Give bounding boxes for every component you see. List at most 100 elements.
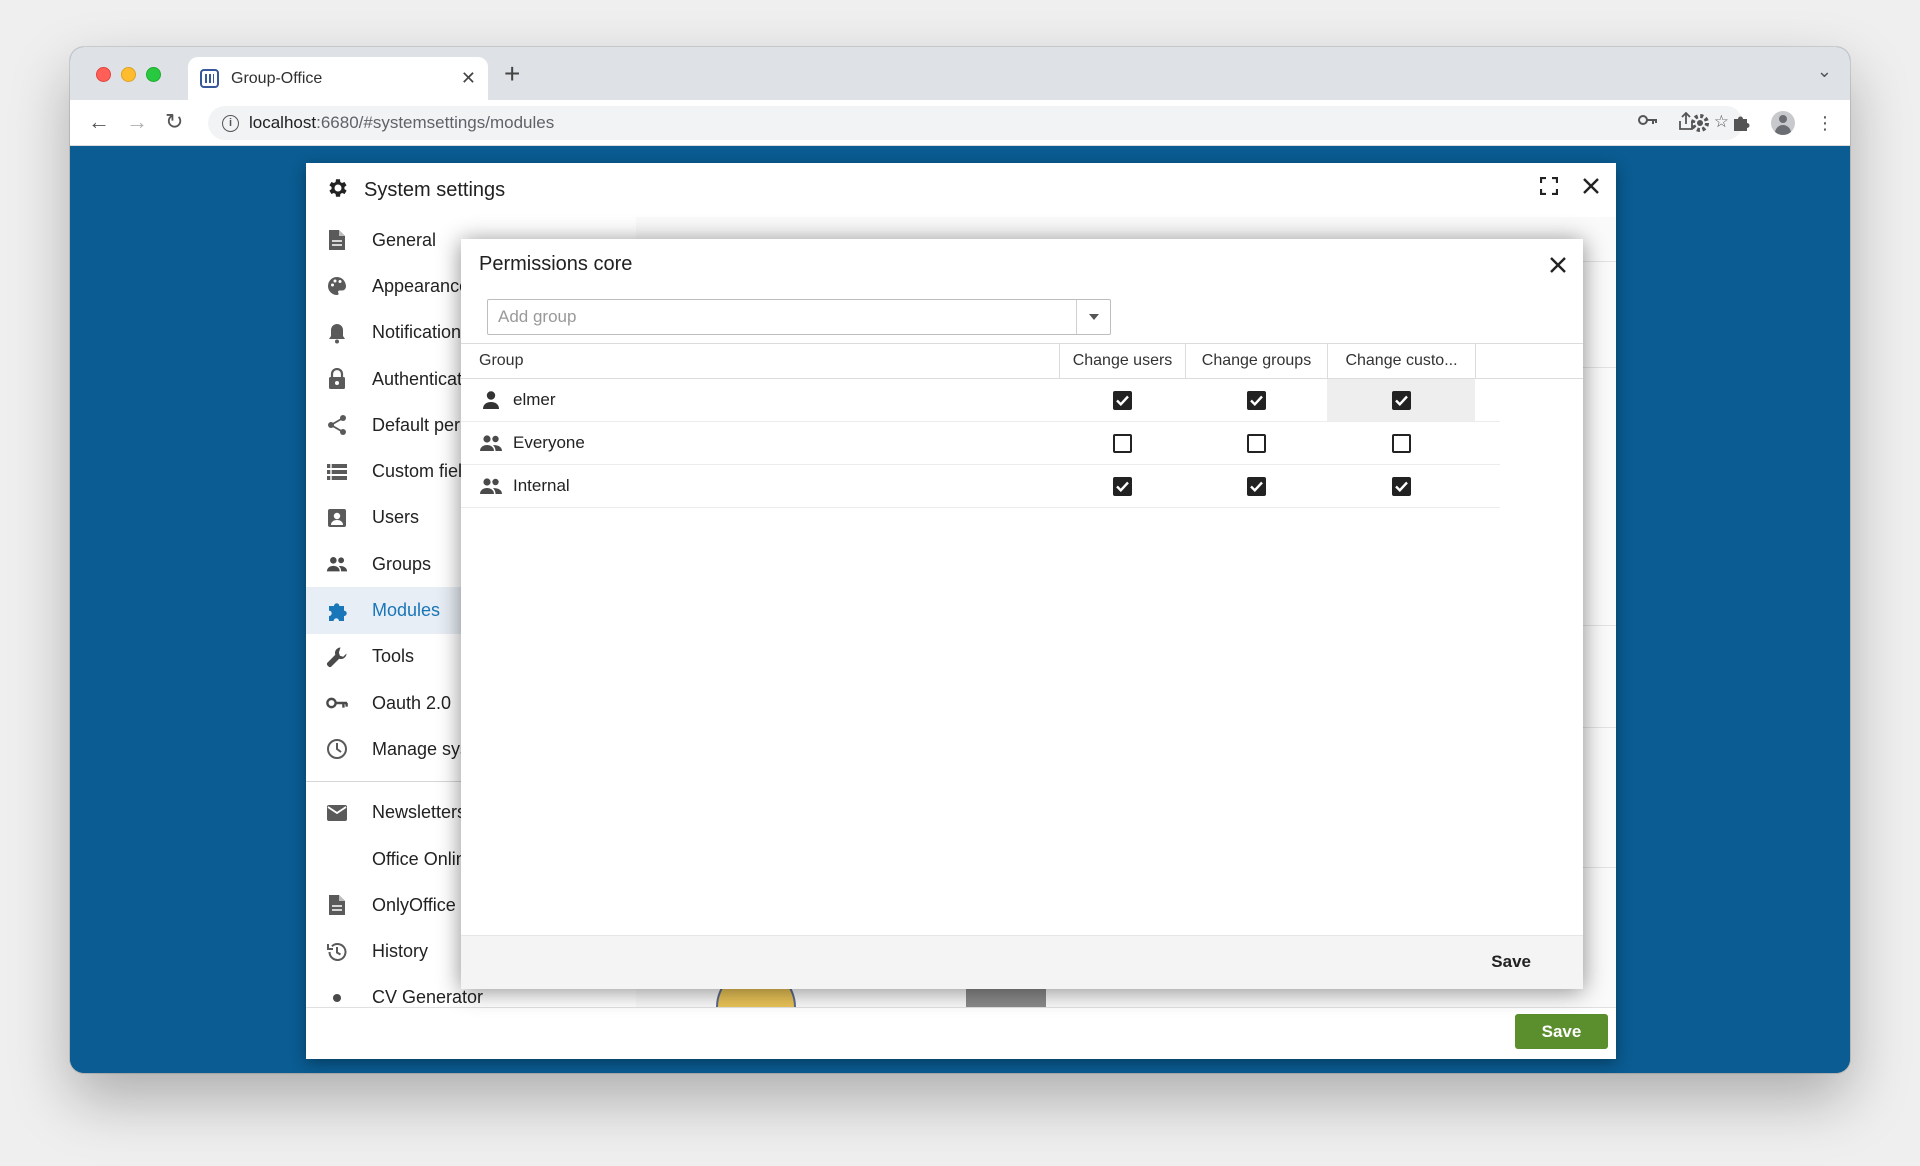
sidebar-item-label: Notifications — [372, 322, 471, 343]
document-icon — [326, 894, 348, 916]
settings-title: System settings — [364, 178, 506, 201]
group-icon — [479, 432, 503, 454]
bell-icon — [326, 322, 348, 344]
address-bar[interactable]: i localhost:6680/#systemsettings/modules… — [208, 106, 1743, 140]
zoom-window-button[interactable] — [146, 67, 161, 82]
url-host: localhost — [249, 113, 317, 132]
dot-icon — [326, 987, 348, 1007]
group-cell: elmer — [461, 379, 1059, 421]
sidebar-item-label: Tools — [372, 646, 415, 667]
tab-close-icon[interactable]: ✕ — [461, 68, 476, 89]
permissions-grid: Group Change users Change groups Change … — [461, 343, 1583, 508]
favicon-icon — [200, 69, 219, 88]
profile-avatar-icon[interactable] — [1771, 111, 1795, 135]
sidebar-item-label: Oauth 2.0 — [372, 692, 452, 713]
palette-icon — [326, 275, 348, 297]
table-row[interactable]: Everyone — [461, 422, 1500, 465]
settings-footer: Save — [306, 1007, 1616, 1059]
change-groups-cell — [1185, 465, 1327, 507]
puzzle-icon — [326, 600, 348, 622]
dialog-title: Permissions core — [479, 253, 633, 275]
blank-icon — [326, 848, 348, 870]
extension-gear-icon[interactable] — [1689, 112, 1711, 134]
browser-menu-icon[interactable]: ⋮ — [1814, 112, 1836, 134]
table-row[interactable]: Internal — [461, 465, 1500, 508]
user-icon — [479, 389, 503, 411]
forward-icon[interactable]: → — [126, 108, 148, 136]
extensions-puzzle-icon[interactable] — [1730, 112, 1752, 134]
change-users-checkbox[interactable] — [1112, 433, 1132, 453]
add-group-input[interactable] — [488, 300, 1076, 334]
change-groups-checkbox[interactable] — [1246, 433, 1266, 453]
change-users-cell — [1059, 422, 1185, 464]
change-groups-cell — [1185, 422, 1327, 464]
change-custom-checkbox[interactable] — [1391, 433, 1411, 453]
sidebar-item-label: Newsletters — [372, 802, 467, 823]
change-groups-checkbox[interactable] — [1246, 476, 1266, 496]
close-window-button[interactable] — [96, 67, 111, 82]
change-users-checkbox[interactable] — [1112, 390, 1132, 410]
change-groups-checkbox[interactable] — [1246, 390, 1266, 410]
dialog-close-icon[interactable] — [1547, 254, 1569, 276]
change-custom-cell — [1327, 465, 1475, 507]
url-path: :6680/#systemsettings/modules — [316, 113, 555, 132]
browser-window: Group-Office ✕ + ⌄ ← → ↻ i localhost:668… — [70, 47, 1850, 1073]
browser-toolbar: ← → ↻ i localhost:6680/#systemsettings/m… — [70, 100, 1850, 146]
list-icon — [326, 461, 348, 483]
group-name: Internal — [513, 476, 570, 495]
sidebar-item-label: Appearance — [372, 275, 470, 296]
settings-close-icon[interactable] — [1582, 177, 1600, 200]
settings-save-button[interactable]: Save — [1515, 1014, 1608, 1049]
new-tab-icon[interactable]: + — [504, 59, 520, 89]
dialog-header: Permissions core — [461, 239, 1583, 291]
group-icon — [326, 553, 348, 575]
tab-search-chevron-icon[interactable]: ⌄ — [1817, 61, 1832, 82]
group-name: elmer — [513, 390, 556, 409]
sidebar-item-label: CV Generator — [372, 987, 484, 1007]
lock-icon — [326, 368, 348, 390]
group-icon — [479, 475, 503, 497]
column-header-change-custom[interactable]: Change custo... — [1327, 344, 1475, 378]
column-header-change-users[interactable]: Change users — [1059, 344, 1185, 378]
add-group-combo[interactable] — [487, 299, 1111, 335]
sidebar-item-label: Groups — [372, 553, 432, 574]
user-card-icon — [326, 507, 348, 529]
change-users-checkbox[interactable] — [1112, 476, 1132, 496]
group-cell: Internal — [461, 465, 1059, 507]
wrench-icon — [326, 646, 348, 668]
change-custom-cell — [1327, 379, 1475, 421]
maximize-icon[interactable] — [1539, 176, 1559, 200]
key-icon — [326, 692, 348, 714]
browser-tab[interactable]: Group-Office ✕ — [188, 57, 488, 100]
settings-header: System settings — [306, 163, 1616, 217]
combo-dropdown-icon[interactable] — [1076, 300, 1110, 334]
share-icon — [326, 414, 348, 436]
reload-icon[interactable]: ↻ — [165, 108, 183, 136]
change-groups-cell — [1185, 379, 1327, 421]
tab-strip: Group-Office ✕ + ⌄ — [70, 47, 1850, 100]
gear-icon — [326, 176, 350, 205]
back-icon[interactable]: ← — [88, 108, 110, 136]
dialog-footer: Save — [461, 935, 1583, 989]
column-header-change-groups[interactable]: Change groups — [1185, 344, 1327, 378]
dialog-save-button[interactable]: Save — [1491, 952, 1531, 972]
key-icon[interactable] — [1637, 112, 1658, 135]
table-row[interactable]: elmer — [461, 379, 1500, 422]
document-icon — [326, 229, 348, 251]
site-info-icon[interactable]: i — [222, 114, 239, 132]
sidebar-item-label: General — [372, 229, 437, 250]
change-custom-checkbox[interactable] — [1391, 390, 1411, 410]
history-icon — [326, 941, 348, 963]
sidebar-item-label: OnlyOffice — [372, 894, 456, 915]
column-header-group[interactable]: Group — [461, 344, 1059, 378]
tab-title: Group-Office — [231, 69, 323, 87]
group-name: Everyone — [513, 433, 585, 452]
change-custom-checkbox[interactable] — [1391, 476, 1411, 496]
change-users-cell — [1059, 379, 1185, 421]
sidebar-item-label: History — [372, 941, 429, 962]
envelope-icon — [326, 802, 348, 824]
minimize-window-button[interactable] — [121, 67, 136, 82]
permissions-dialog: Permissions core Group Change users Chan… — [461, 239, 1583, 989]
sidebar-item-label: Users — [372, 507, 420, 528]
app-background: System settings General Appearance Notif… — [70, 147, 1850, 1073]
